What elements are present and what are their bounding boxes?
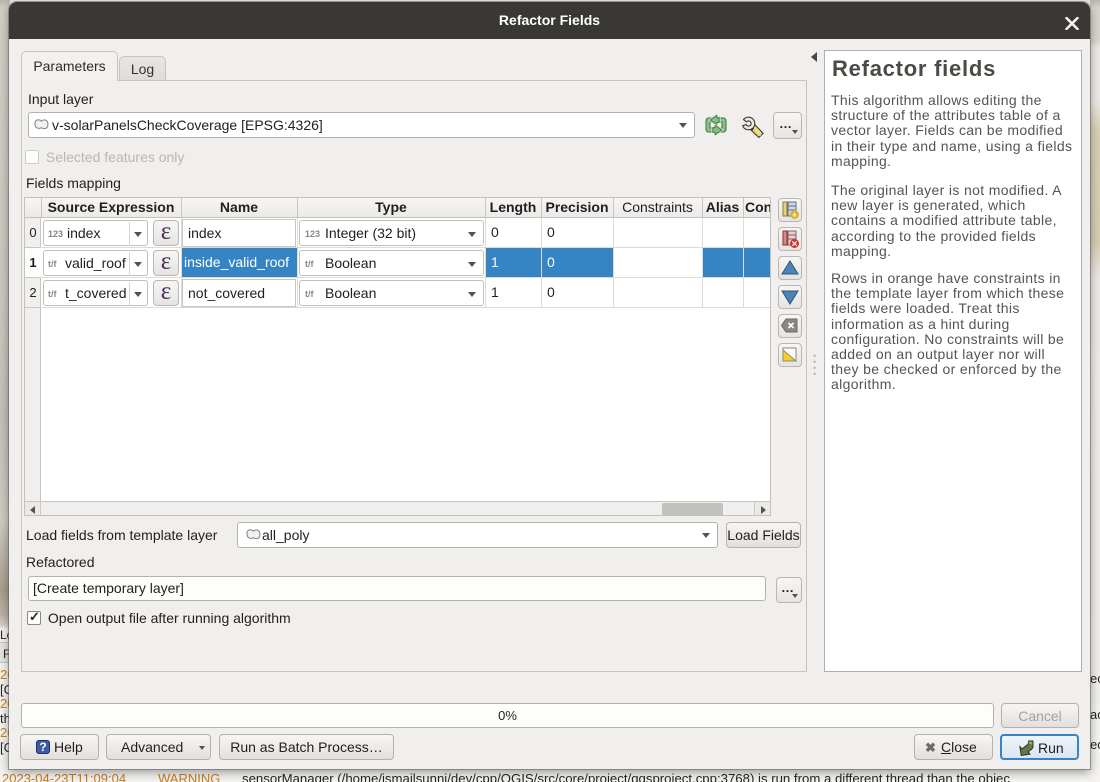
svg-text:+: + bbox=[792, 211, 797, 220]
svg-text:✕: ✕ bbox=[791, 239, 798, 248]
